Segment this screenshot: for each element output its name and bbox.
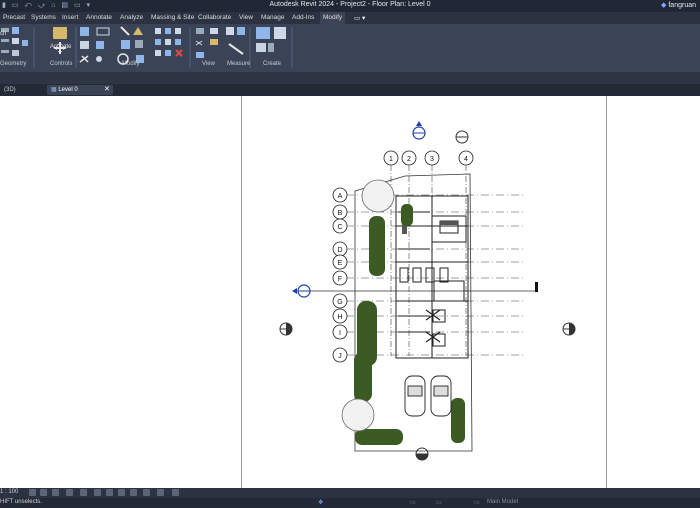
visual-style-icon[interactable]: [40, 489, 47, 496]
grid-label-j[interactable]: J: [338, 353, 342, 360]
tab-manage[interactable]: Manage: [261, 14, 285, 21]
sun-path-icon[interactable]: [52, 489, 59, 496]
tool-label-ch[interactable]: ch: [0, 31, 6, 37]
floor-plan[interactable]: 1 2 3 4 A B C D E F G H I J: [0, 96, 700, 488]
modify-tools: [79, 26, 183, 65]
view-control-bar: 1 : 100: [0, 488, 700, 498]
view-tab-label: Level 0: [58, 87, 78, 93]
window-title: Autodesk Revit 2024 - Project2 - Floor P…: [269, 1, 431, 8]
panel-modify[interactable]: Modify: [122, 61, 140, 67]
floor-plan-icon: ▦: [51, 87, 57, 93]
status-bar: HIFT unselects. ❖ ▭ ▭ ▭ Main Model: [0, 498, 700, 508]
grid-label-c[interactable]: C: [337, 224, 342, 231]
panel-create[interactable]: Create: [263, 61, 281, 67]
show-crop-icon[interactable]: [94, 489, 101, 496]
detail-level-icon[interactable]: [29, 489, 36, 496]
view-scale[interactable]: 1 : 100: [0, 489, 18, 495]
grid-label-f[interactable]: F: [338, 276, 342, 283]
highlight-displacement-icon[interactable]: [157, 489, 164, 496]
elevation-marker-west[interactable]: [292, 284, 311, 298]
view-tools: [195, 28, 218, 58]
tab-insert[interactable]: Insert: [62, 14, 78, 21]
measure-tools: [226, 27, 245, 55]
active-model-select[interactable]: Main Model: [487, 499, 518, 505]
elevation-marker-left[interactable]: [279, 322, 293, 336]
grid-label-4[interactable]: 4: [464, 156, 468, 163]
parked-cars: [404, 375, 452, 417]
tab-modify[interactable]: Modify: [320, 12, 346, 24]
tab-collaborate[interactable]: Collaborate: [198, 14, 231, 21]
title-bar: ▮ ▭ ⤺ ⤻ ⌂ ▤ ▭ ▾ Autodesk Revit 2024 - Pr…: [0, 0, 700, 12]
ribbon: ch Activate Geometry Controls Modify Vie…: [0, 24, 700, 72]
view-tab-3d[interactable]: (3D): [0, 85, 20, 95]
ribbon-tabs: Precast Systems Insert Annotate Analyze …: [0, 12, 700, 24]
tab-massing-site[interactable]: Massing & Site: [151, 14, 194, 21]
user-name: fangruan: [668, 2, 696, 9]
grid-bubbles-vertical: [383, 150, 474, 166]
user-icon: ◆: [661, 2, 667, 9]
grid-label-i[interactable]: I: [339, 330, 341, 337]
elevation-marker-north[interactable]: [412, 121, 426, 140]
options-bar: [0, 72, 700, 84]
elevation-marker-right[interactable]: [562, 322, 576, 336]
grid-label-a[interactable]: A: [338, 193, 343, 200]
tab-view[interactable]: View: [239, 14, 253, 21]
grid-label-d[interactable]: D: [337, 247, 342, 254]
panel-controls[interactable]: Controls: [50, 61, 72, 67]
close-icon[interactable]: ✕: [104, 85, 110, 93]
user-account[interactable]: ◆ fangruan: [661, 1, 696, 9]
model-icon: ▭: [474, 500, 480, 506]
panel-geometry[interactable]: Geometry: [0, 61, 26, 67]
tab-precast[interactable]: Precast: [3, 14, 25, 21]
panel-measure[interactable]: Measure: [227, 61, 250, 67]
reveal-constraints-icon[interactable]: [172, 489, 179, 496]
crop-view-icon[interactable]: [80, 489, 87, 496]
grid-label-2[interactable]: 2: [407, 156, 411, 163]
ribbon-tool-icons[interactable]: [0, 24, 700, 72]
panel-view[interactable]: View: [202, 61, 215, 67]
analytical-model-icon[interactable]: [143, 489, 150, 496]
activate-button[interactable]: Activate: [50, 44, 71, 50]
grid-label-g[interactable]: G: [337, 299, 342, 306]
grid-label-1[interactable]: 1: [389, 156, 393, 163]
view-tab-bar: (3D) ▦ Level 0 ✕: [0, 84, 700, 96]
grid-label-3[interactable]: 3: [430, 156, 434, 163]
shadows-icon[interactable]: [66, 489, 73, 496]
design-options-icon[interactable]: ▭: [410, 499, 416, 506]
worksets-icon[interactable]: ❖: [318, 499, 323, 506]
tab-systems[interactable]: Systems: [31, 14, 56, 21]
grid-label-h[interactable]: H: [337, 314, 342, 321]
reveal-hidden-icon[interactable]: [118, 489, 125, 496]
elevation-marker-bottom[interactable]: [415, 447, 429, 461]
editable-only-icon[interactable]: ▭: [436, 499, 442, 506]
worksharing-icon[interactable]: [130, 489, 137, 496]
tab-add-ins[interactable]: Add-Ins: [292, 14, 314, 21]
grid-label-e[interactable]: E: [338, 260, 343, 267]
elevation-marker-top[interactable]: [455, 130, 469, 144]
status-message: HIFT unselects.: [0, 499, 42, 505]
create-tools: [256, 27, 286, 52]
temporary-hide-icon[interactable]: [106, 489, 113, 496]
tab-analyze[interactable]: Analyze: [120, 14, 143, 21]
contextual-tab-icon[interactable]: ▭ ▾: [354, 14, 365, 22]
grid-label-b[interactable]: B: [338, 210, 343, 217]
drawing-canvas[interactable]: 1 2 3 4 A B C D E F G H I J: [0, 96, 700, 488]
tab-annotate[interactable]: Annotate: [86, 14, 112, 21]
